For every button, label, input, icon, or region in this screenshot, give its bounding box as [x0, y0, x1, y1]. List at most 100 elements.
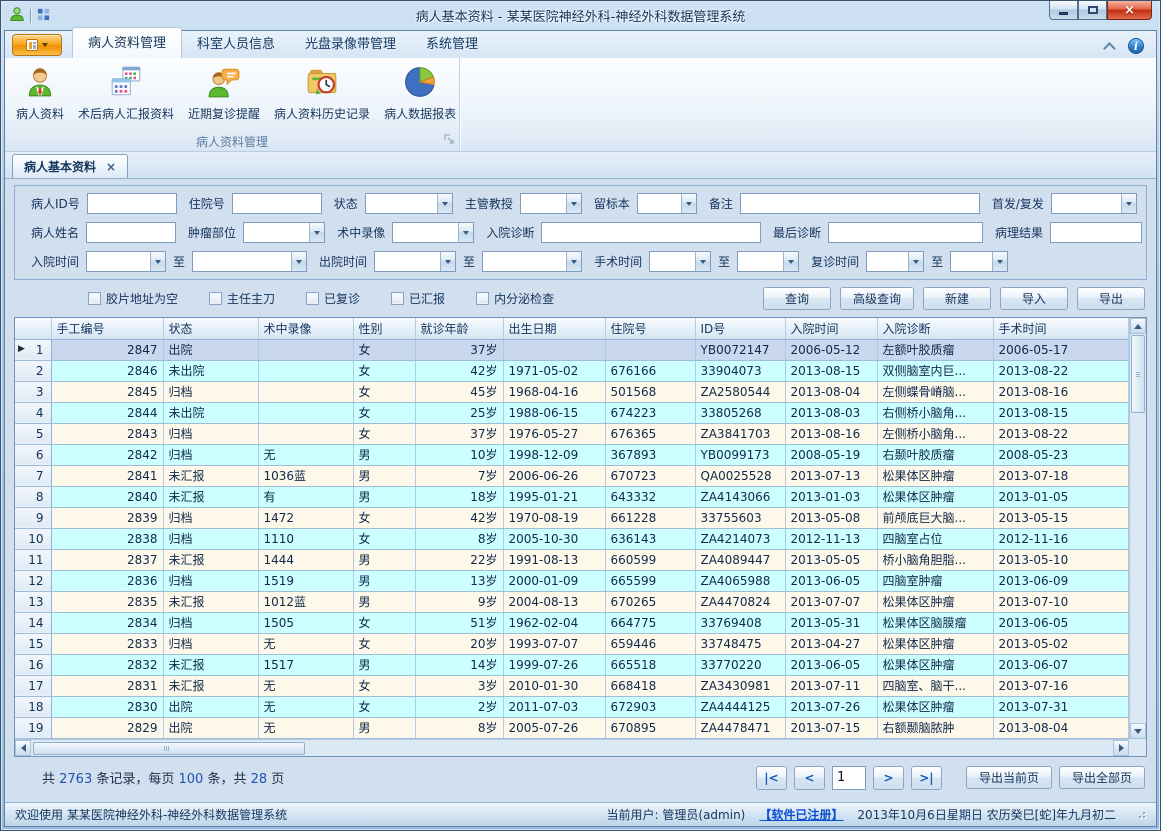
row-number-cell[interactable]: 18: [15, 696, 51, 717]
tab-close-icon[interactable]: ×: [106, 160, 116, 174]
row-number-cell[interactable]: 19: [15, 717, 51, 738]
cell[interactable]: 2013-05-15: [993, 507, 1129, 528]
combo-dropdown-button[interactable]: [437, 194, 452, 213]
info-icon[interactable]: i: [1128, 38, 1144, 54]
cell[interactable]: 33805268: [695, 402, 785, 423]
cell[interactable]: 无: [258, 675, 353, 696]
cell[interactable]: [258, 423, 353, 444]
last-page-button[interactable]: >|: [911, 766, 942, 790]
cell[interactable]: 2845: [51, 381, 163, 402]
cell[interactable]: [258, 402, 353, 423]
filter-combo-肿瘤部位[interactable]: [243, 222, 325, 243]
cell[interactable]: [258, 381, 353, 402]
cell[interactable]: 未出院: [163, 360, 258, 381]
cell[interactable]: 右额颞脑脓肿: [877, 717, 993, 738]
row-number-cell[interactable]: 9: [15, 507, 51, 528]
cell[interactable]: 2013-08-04: [785, 381, 877, 402]
cell[interactable]: 男: [353, 570, 415, 591]
cell[interactable]: QA0025528: [695, 465, 785, 486]
cell[interactable]: 2829: [51, 717, 163, 738]
cell[interactable]: 2013-07-07: [785, 591, 877, 612]
cell[interactable]: 女: [353, 423, 415, 444]
cell[interactable]: 四脑室占位: [877, 528, 993, 549]
cell[interactable]: 无: [258, 696, 353, 717]
cell[interactable]: ZA4065988: [695, 570, 785, 591]
cell[interactable]: 2013-01-05: [993, 486, 1129, 507]
cell[interactable]: 2013-01-03: [785, 486, 877, 507]
column-header-8[interactable]: ID号: [695, 318, 785, 339]
table-row[interactable]: 102838归档1110女8岁2005-10-30636143ZA4214073…: [15, 528, 1129, 549]
filter-combo-术中录像[interactable]: [392, 222, 474, 243]
row-number-cell[interactable]: ▶1: [15, 339, 51, 360]
column-header-1[interactable]: 手工编号: [51, 318, 163, 339]
cell[interactable]: 松果体区肿瘤: [877, 591, 993, 612]
cell[interactable]: 未汇报: [163, 486, 258, 507]
cell[interactable]: 男: [353, 465, 415, 486]
page-number-input[interactable]: [832, 766, 866, 790]
cell[interactable]: 1971-05-02: [503, 360, 605, 381]
column-header-10[interactable]: 入院诊断: [877, 318, 993, 339]
cell[interactable]: 45岁: [415, 381, 503, 402]
cell[interactable]: 2013-05-10: [993, 549, 1129, 570]
cell[interactable]: 1472: [258, 507, 353, 528]
cell[interactable]: 8岁: [415, 717, 503, 738]
cell[interactable]: 2000-01-09: [503, 570, 605, 591]
cell[interactable]: 2013-05-31: [785, 612, 877, 633]
cell[interactable]: 2013-05-02: [993, 633, 1129, 654]
checkbox-4[interactable]: 已汇报: [391, 290, 445, 307]
table-row[interactable]: ▶12847出院女37岁YB00721472006-05-12左额叶胶质瘤200…: [15, 339, 1129, 360]
cell[interactable]: 42岁: [415, 360, 503, 381]
filter-combo-至[interactable]: [950, 251, 1008, 272]
combo-dropdown-button[interactable]: [681, 194, 696, 213]
table-row[interactable]: 72841未汇报1036蓝男7岁2006-06-26670723QA002552…: [15, 465, 1129, 486]
ribbon-button-2[interactable]: 术后病人汇报资料: [71, 61, 181, 133]
cell[interactable]: 3岁: [415, 675, 503, 696]
horizontal-scroll-thumb[interactable]: [33, 742, 305, 755]
ribbon-tab-3[interactable]: 光盘录像带管理: [290, 28, 411, 58]
cell[interactable]: 33904073: [695, 360, 785, 381]
table-row[interactable]: 42844未出院女25岁1988-06-15674223338052682013…: [15, 402, 1129, 423]
cell[interactable]: 2013-05-08: [785, 507, 877, 528]
cell[interactable]: ZA4470824: [695, 591, 785, 612]
cell[interactable]: 2013-08-04: [993, 717, 1129, 738]
cell[interactable]: 676166: [605, 360, 695, 381]
vertical-scroll-thumb[interactable]: [1131, 335, 1145, 413]
row-number-cell[interactable]: 5: [15, 423, 51, 444]
cell[interactable]: 501568: [605, 381, 695, 402]
cell[interactable]: 2013-07-15: [785, 717, 877, 738]
cell[interactable]: 2013-08-16: [785, 423, 877, 444]
cell[interactable]: 2013-08-15: [993, 402, 1129, 423]
cell[interactable]: 2005-10-30: [503, 528, 605, 549]
cell[interactable]: 1444: [258, 549, 353, 570]
cell[interactable]: 松果体区肿瘤: [877, 696, 993, 717]
cell[interactable]: 33748475: [695, 633, 785, 654]
cell[interactable]: 双侧脑室内巨...: [877, 360, 993, 381]
cell[interactable]: 659446: [605, 633, 695, 654]
cell[interactable]: 8岁: [415, 528, 503, 549]
filter-combo-入院时间[interactable]: [86, 251, 166, 272]
cell[interactable]: ZA2580544: [695, 381, 785, 402]
cell[interactable]: 1993-07-07: [503, 633, 605, 654]
cell[interactable]: 2006-05-12: [785, 339, 877, 360]
cell[interactable]: [258, 339, 353, 360]
cell[interactable]: 13岁: [415, 570, 503, 591]
ribbon-tab-2[interactable]: 科室人员信息: [182, 28, 290, 58]
cell[interactable]: 2013-06-07: [993, 654, 1129, 675]
table-row[interactable]: 142834归档1505女51岁1962-02-0466477533769408…: [15, 612, 1129, 633]
cell[interactable]: 14岁: [415, 654, 503, 675]
table-row[interactable]: 82840未汇报有男18岁1995-01-21643332ZA414306620…: [15, 486, 1129, 507]
cell[interactable]: 归档: [163, 570, 258, 591]
scroll-up-icon[interactable]: [1130, 318, 1146, 334]
cell[interactable]: 2013-07-26: [785, 696, 877, 717]
vertical-scrollbar[interactable]: [1129, 318, 1146, 739]
export-all-pages-button[interactable]: 导出全部页: [1059, 766, 1145, 789]
cell[interactable]: ZA3841703: [695, 423, 785, 444]
combo-dropdown-button[interactable]: [150, 252, 165, 271]
table-row[interactable]: 62842归档无男10岁1998-12-09367893YB0099173200…: [15, 444, 1129, 465]
cell[interactable]: 2013-07-13: [785, 465, 877, 486]
cell[interactable]: 2836: [51, 570, 163, 591]
cell[interactable]: 四脑室肿瘤: [877, 570, 993, 591]
cell[interactable]: 670895: [605, 717, 695, 738]
cell[interactable]: 1968-04-16: [503, 381, 605, 402]
cell[interactable]: 归档: [163, 444, 258, 465]
